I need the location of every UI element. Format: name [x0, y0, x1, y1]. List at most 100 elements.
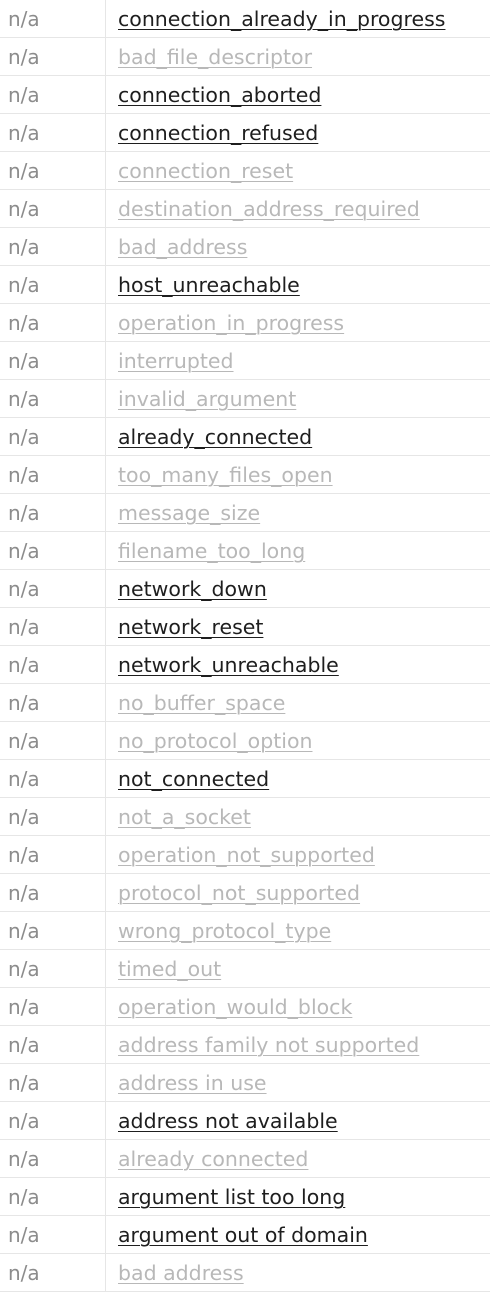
error-code-cell: n/a — [0, 684, 106, 721]
error-name-link[interactable]: connection_aborted — [118, 83, 321, 107]
error-name-cell: timed_out — [106, 950, 221, 987]
error-code-cell: n/a — [0, 874, 106, 911]
error-name-cell: no_buffer_space — [106, 684, 285, 721]
table-row: n/a too_many_files_open — [0, 456, 490, 494]
table-row: n/a operation_not_supported — [0, 836, 490, 874]
error-name-link[interactable]: operation_in_progress — [118, 311, 344, 335]
error-name-cell: destination_address_required — [106, 190, 420, 227]
error-name-cell: argument out of domain — [106, 1216, 368, 1253]
error-code-cell: n/a — [0, 456, 106, 493]
error-name-cell: operation_not_supported — [106, 836, 375, 873]
table-row: n/a argument out of domain — [0, 1216, 490, 1254]
error-name-cell: connection_refused — [106, 114, 318, 151]
error-name-link[interactable]: protocol_not_supported — [118, 881, 360, 905]
error-name-link[interactable]: not_a_socket — [118, 805, 251, 829]
error-name-cell: network_unreachable — [106, 646, 339, 683]
error-code-cell: n/a — [0, 836, 106, 873]
error-code-cell: n/a — [0, 608, 106, 645]
error-name-cell: address family not supported — [106, 1026, 419, 1063]
error-name-cell: connection_reset — [106, 152, 293, 189]
error-code-cell: n/a — [0, 1254, 106, 1291]
error-name-link[interactable]: network_down — [118, 577, 267, 601]
table-row: n/a connection_already_in_progress — [0, 0, 490, 38]
table-row: n/a no_protocol_option — [0, 722, 490, 760]
error-code-cell: n/a — [0, 760, 106, 797]
error-name-link[interactable]: already_connected — [118, 425, 312, 449]
table-row: n/a not_connected — [0, 760, 490, 798]
error-name-cell: invalid_argument — [106, 380, 296, 417]
error-name-cell: network_reset — [106, 608, 263, 645]
table-row: n/a destination_address_required — [0, 190, 490, 228]
error-name-link[interactable]: operation_would_block — [118, 995, 352, 1019]
error-name-cell: bad_address — [106, 228, 247, 265]
error-name-link[interactable]: connection_reset — [118, 159, 293, 183]
error-code-cell: n/a — [0, 152, 106, 189]
error-code-cell: n/a — [0, 570, 106, 607]
error-name-link[interactable]: no_buffer_space — [118, 691, 285, 715]
error-name-link[interactable]: wrong_protocol_type — [118, 919, 331, 943]
error-name-link[interactable]: operation_not_supported — [118, 843, 375, 867]
error-name-link[interactable]: host_unreachable — [118, 273, 300, 297]
error-name-link[interactable]: no_protocol_option — [118, 729, 312, 753]
error-name-link[interactable]: connection_already_in_progress — [118, 7, 445, 31]
error-name-link[interactable]: too_many_files_open — [118, 463, 333, 487]
table-row: n/a operation_in_progress — [0, 304, 490, 342]
error-name-cell: already_connected — [106, 418, 312, 455]
error-name-link[interactable]: connection_refused — [118, 121, 318, 145]
error-code-cell: n/a — [0, 646, 106, 683]
error-code-cell: n/a — [0, 532, 106, 569]
table-row: n/a invalid_argument — [0, 380, 490, 418]
error-name-cell: filename_too_long — [106, 532, 305, 569]
table-row: n/a bad_file_descriptor — [0, 38, 490, 76]
error-code-cell: n/a — [0, 342, 106, 379]
error-code-cell: n/a — [0, 38, 106, 75]
table-row: n/a network_reset — [0, 608, 490, 646]
error-name-link[interactable]: network_unreachable — [118, 653, 339, 677]
error-name-cell: too_many_files_open — [106, 456, 333, 493]
error-name-link[interactable]: address in use — [118, 1071, 267, 1095]
error-code-cell: n/a — [0, 418, 106, 455]
error-name-link[interactable]: interrupted — [118, 349, 234, 373]
error-name-cell: address not available — [106, 1102, 338, 1139]
table-row: n/a operation_would_block — [0, 988, 490, 1026]
error-code-cell: n/a — [0, 114, 106, 151]
error-name-link[interactable]: argument list too long — [118, 1185, 345, 1209]
error-name-link[interactable]: address family not supported — [118, 1033, 419, 1057]
table-row: n/a timed_out — [0, 950, 490, 988]
error-name-cell: wrong_protocol_type — [106, 912, 331, 949]
error-name-cell: argument list too long — [106, 1178, 345, 1215]
table-row: n/a no_buffer_space — [0, 684, 490, 722]
error-name-link[interactable]: destination_address_required — [118, 197, 420, 221]
error-code-cell: n/a — [0, 912, 106, 949]
error-name-cell: not_a_socket — [106, 798, 251, 835]
error-name-link[interactable]: bad_file_descriptor — [118, 45, 312, 69]
error-name-cell: bad address — [106, 1254, 244, 1291]
table-row: n/a network_unreachable — [0, 646, 490, 684]
error-name-link[interactable]: argument out of domain — [118, 1223, 368, 1247]
error-code-cell: n/a — [0, 1216, 106, 1253]
error-name-link[interactable]: network_reset — [118, 615, 263, 639]
error-code-cell: n/a — [0, 304, 106, 341]
table-row: n/a address family not supported — [0, 1026, 490, 1064]
table-row: n/a argument list too long — [0, 1178, 490, 1216]
error-name-cell: address in use — [106, 1064, 267, 1101]
error-name-link[interactable]: bad address — [118, 1261, 244, 1285]
table-row: n/a address not available — [0, 1102, 490, 1140]
error-name-link[interactable]: bad_address — [118, 235, 247, 259]
error-name-cell: operation_would_block — [106, 988, 352, 1025]
error-code-cell: n/a — [0, 798, 106, 835]
error-code-cell: n/a — [0, 494, 106, 531]
error-code-cell: n/a — [0, 988, 106, 1025]
error-name-cell: connection_already_in_progress — [106, 0, 445, 37]
error-name-link[interactable]: already connected — [118, 1147, 308, 1171]
error-name-cell: message_size — [106, 494, 260, 531]
error-name-link[interactable]: timed_out — [118, 957, 221, 981]
error-table: n/a connection_already_in_progress n/a bad_… — [0, 0, 490, 1292]
error-code-cell: n/a — [0, 0, 106, 37]
error-name-cell: not_connected — [106, 760, 269, 797]
error-name-link[interactable]: invalid_argument — [118, 387, 296, 411]
error-name-link[interactable]: filename_too_long — [118, 539, 305, 563]
error-name-link[interactable]: message_size — [118, 501, 260, 525]
error-name-link[interactable]: not_connected — [118, 767, 269, 791]
error-name-link[interactable]: address not available — [118, 1109, 338, 1133]
